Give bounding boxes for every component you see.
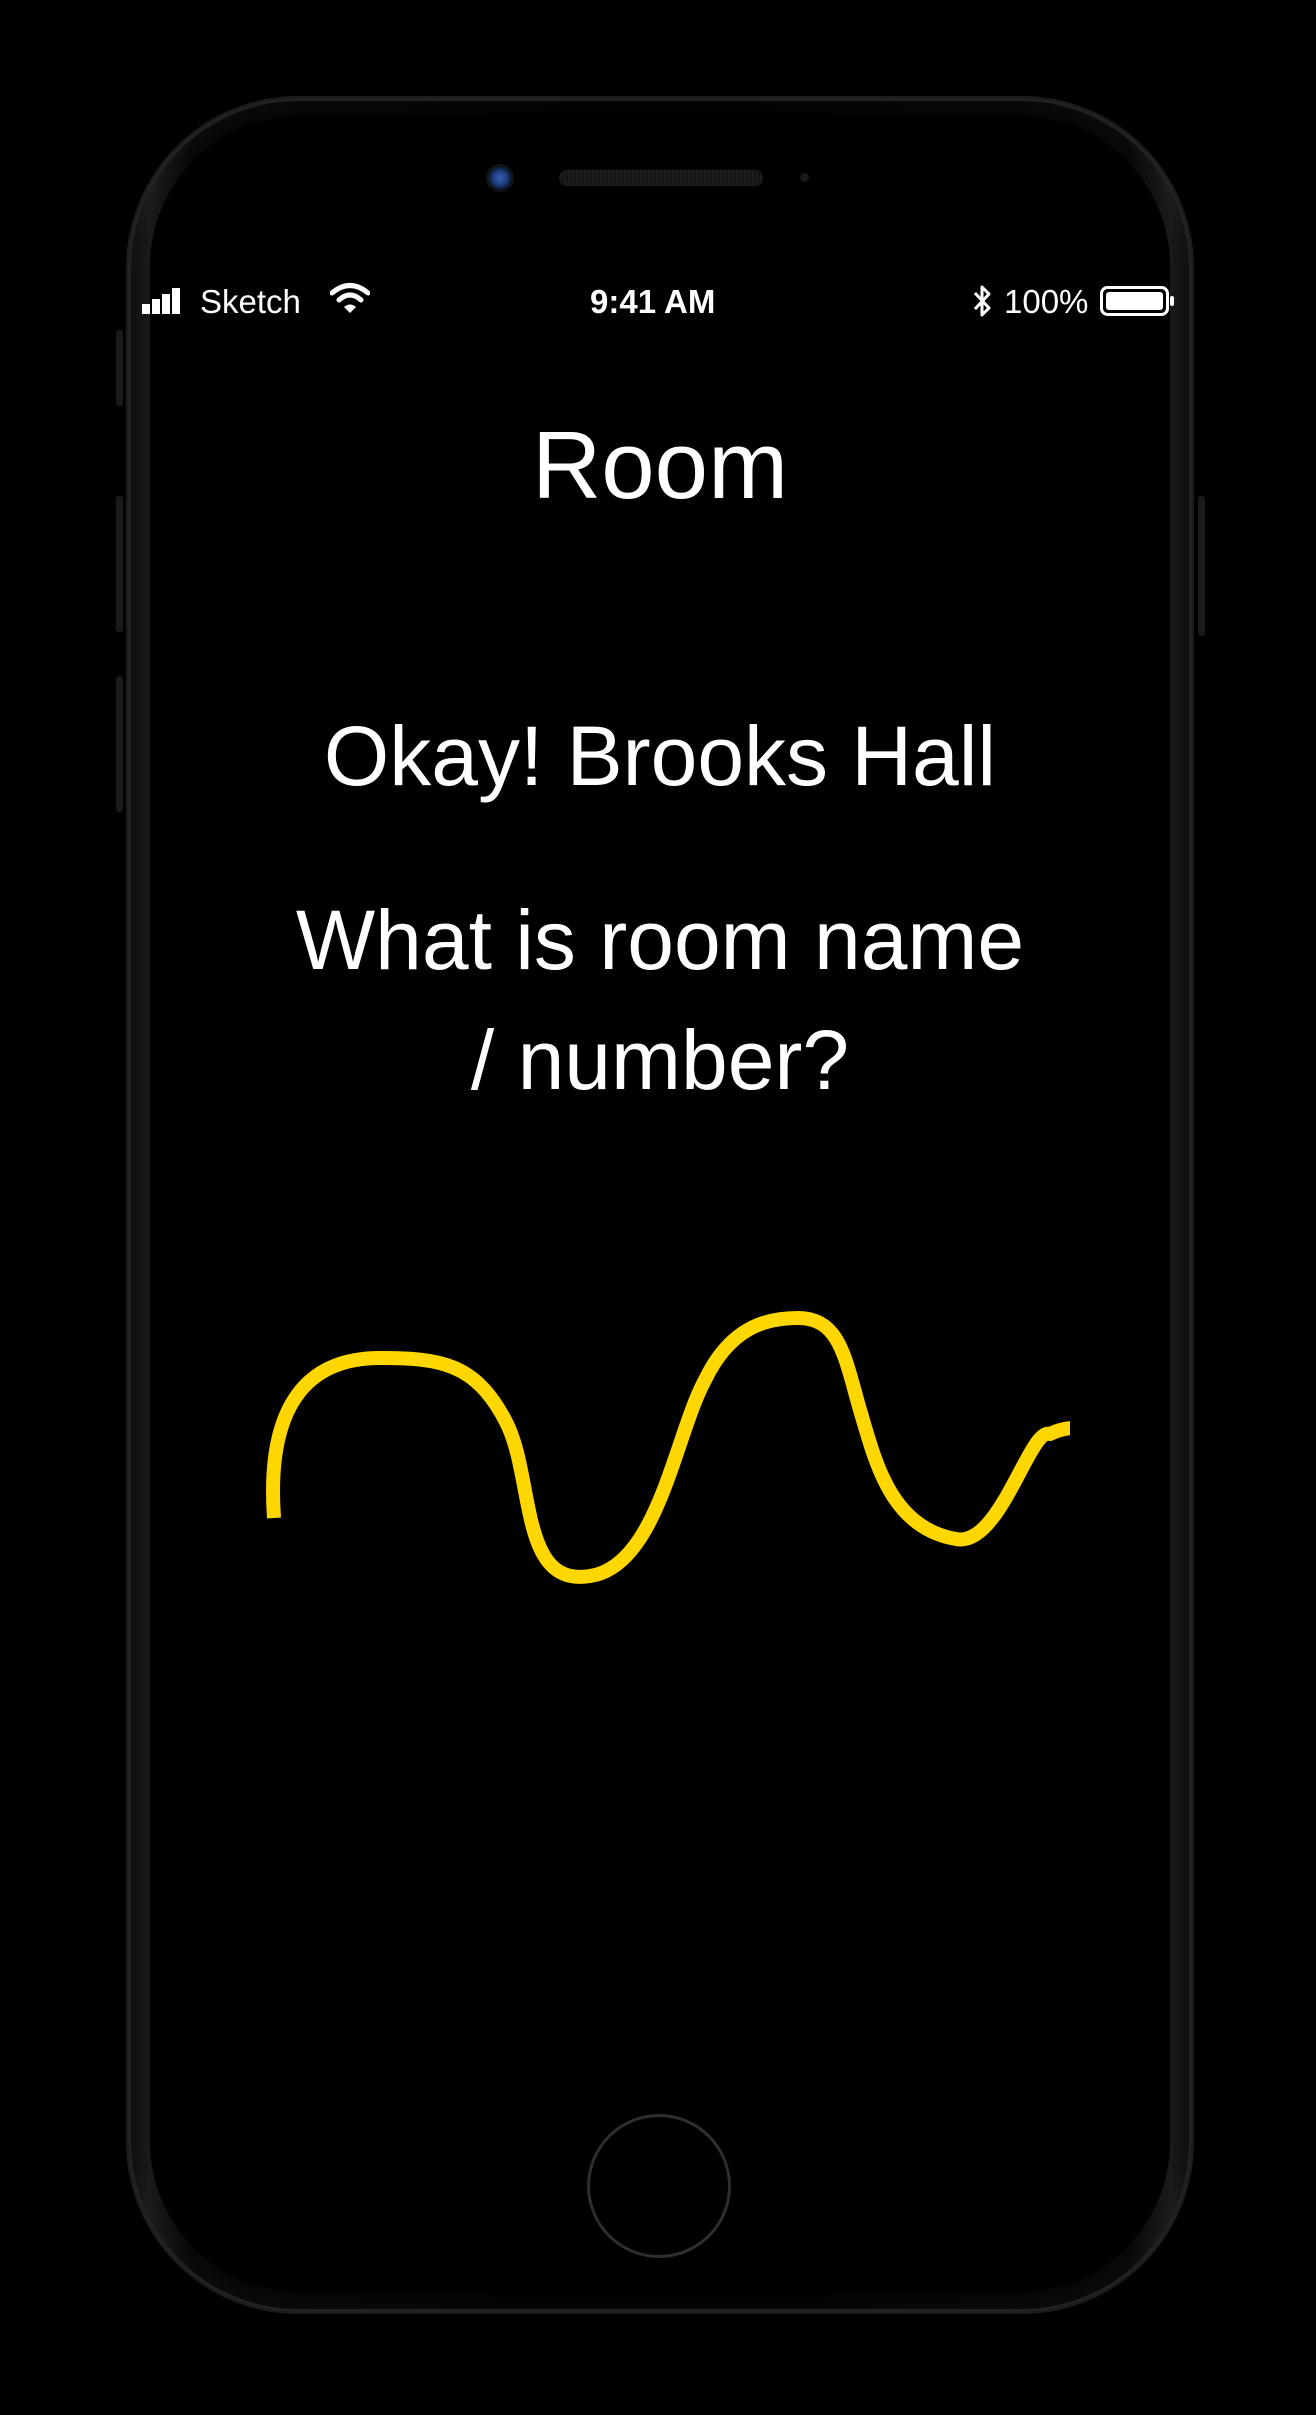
page-title: Room — [531, 412, 789, 519]
proximity-sensor — [800, 173, 809, 182]
confirmation-text: Okay! Brooks Hall — [323, 709, 997, 803]
volume-up-button — [116, 496, 123, 632]
bluetooth-icon — [973, 285, 991, 317]
battery-icon — [1100, 286, 1174, 316]
volume-down-button — [116, 676, 123, 812]
question-text-line-2: / number? — [470, 1013, 850, 1107]
mute-switch — [116, 330, 123, 406]
home-button[interactable] — [587, 2114, 731, 2258]
signal-bars-icon — [142, 288, 180, 314]
power-button — [1198, 496, 1205, 636]
battery-percentage: 100% — [1004, 283, 1089, 320]
carrier-name: Sketch — [200, 283, 301, 320]
voice-waveform-icon[interactable] — [250, 1290, 1070, 1610]
question-text-line-1: What is room name — [295, 893, 1025, 987]
status-time: 9:41 AM — [590, 283, 716, 320]
wifi-icon — [330, 283, 370, 313]
front-camera-icon — [488, 166, 512, 190]
earpiece-speaker — [560, 171, 762, 185]
